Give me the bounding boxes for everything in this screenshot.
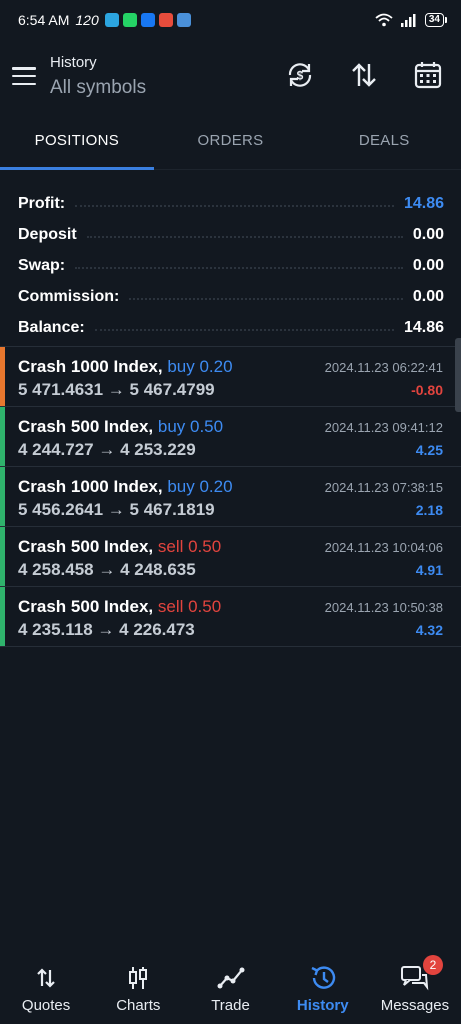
- summary-value: 0.00: [412, 226, 444, 243]
- nav-history[interactable]: History: [277, 955, 369, 1024]
- list-item[interactable]: Crash 500 Index, buy 0.50 4 244.727 → 4 …: [0, 407, 461, 467]
- summary-label: Deposit: [18, 226, 77, 243]
- menu-icon[interactable]: [12, 64, 36, 88]
- deal-profit: 4.91: [415, 562, 443, 578]
- deal-symbol: Crash 500 Index,: [18, 417, 154, 436]
- result-stripe: [0, 587, 5, 646]
- notification-icons: [104, 13, 191, 27]
- summary-label: Swap:: [18, 257, 66, 274]
- trade-icon: [214, 961, 248, 995]
- list-item[interactable]: Crash 500 Index, sell 0.50 4 235.118 → 4…: [0, 587, 461, 647]
- summary-label: Profit:: [18, 195, 66, 212]
- nav-trade[interactable]: Trade: [184, 955, 276, 1024]
- wifi-icon: [375, 13, 393, 27]
- list-item[interactable]: Crash 1000 Index, buy 0.20 5 471.4631 → …: [0, 347, 461, 407]
- status-time: 6:54 AM: [18, 12, 70, 28]
- history-tabs: POSITIONS ORDERS DEALS: [0, 118, 461, 170]
- list-item[interactable]: Crash 500 Index, sell 0.50 4 258.458 → 4…: [0, 527, 461, 587]
- deal-profit: -0.80: [411, 382, 443, 398]
- account-summary: Profit: 14.86 Deposit 0.00 Swap: 0.00 Co…: [18, 182, 444, 337]
- quotes-icon: [29, 961, 63, 995]
- nav-messages[interactable]: 2 Messages: [369, 955, 461, 1024]
- battery-icon: 34: [424, 13, 447, 27]
- summary-value: 0.00: [412, 257, 444, 274]
- unread-badge: 2: [422, 955, 443, 975]
- tab-orders[interactable]: ORDERS: [154, 118, 308, 169]
- deal-time: 2024.11.23 07:38:15: [324, 480, 443, 495]
- summary-value: 14.86: [403, 319, 444, 336]
- page-title: History: [50, 54, 97, 71]
- deal-time: 2024.11.23 10:04:06: [324, 540, 443, 555]
- currency-exchange-icon[interactable]: $: [283, 58, 317, 92]
- facebook-icon: [140, 13, 155, 27]
- deal-time: 2024.11.23 10:50:38: [324, 600, 443, 615]
- result-stripe: [0, 347, 5, 406]
- deal-symbol: Crash 500 Index,: [18, 597, 154, 616]
- sort-icon[interactable]: [347, 58, 381, 92]
- bottom-nav: Quotes Charts Trade History 2 Messages: [0, 955, 461, 1024]
- history-icon: [306, 961, 340, 995]
- battery-level: 34: [424, 13, 444, 27]
- deal-type: buy 0.20: [167, 357, 233, 376]
- deal-prices: 5 471.4631 → 5 467.4799: [18, 380, 215, 399]
- deal-prices: 5 456.2641 → 5 467.1819: [18, 500, 215, 519]
- summary-swap: Swap: 0.00: [18, 244, 444, 275]
- deal-time: 2024.11.23 06:22:41: [324, 360, 443, 375]
- result-stripe: [0, 407, 5, 466]
- nav-label: History: [296, 997, 349, 1014]
- deal-profit: 4.25: [415, 442, 443, 458]
- summary-label: Balance:: [18, 319, 85, 336]
- deal-profit: 4.32: [415, 622, 443, 638]
- summary-label: Commission:: [18, 288, 120, 305]
- whatsapp-icon: [122, 13, 137, 27]
- deal-symbol: Crash 1000 Index,: [18, 357, 163, 376]
- calendar-icon[interactable]: [411, 58, 445, 92]
- deal-type: sell 0.50: [157, 537, 222, 556]
- nav-charts[interactable]: Charts: [92, 955, 184, 1024]
- deal-type: sell 0.50: [157, 597, 222, 616]
- app-red-icon: [158, 13, 173, 27]
- nav-label: Quotes: [21, 997, 71, 1014]
- deal-prices: 4 244.727 → 4 253.229: [18, 440, 196, 459]
- deal-profit: 2.18: [415, 502, 443, 518]
- summary-value: 0.00: [412, 288, 444, 305]
- tab-deals[interactable]: DEALS: [307, 118, 461, 169]
- deal-prices: 4 258.458 → 4 248.635: [18, 560, 196, 579]
- summary-deposit: Deposit 0.00: [18, 213, 444, 244]
- deal-symbol: Crash 1000 Index,: [18, 477, 163, 496]
- summary-profit: Profit: 14.86: [18, 182, 444, 213]
- charts-icon: [121, 961, 155, 995]
- tab-positions[interactable]: POSITIONS: [0, 118, 154, 170]
- scrollbar[interactable]: [455, 338, 461, 412]
- result-stripe: [0, 527, 5, 586]
- status-bar: 6:54 AM 120 34: [0, 0, 461, 40]
- gmail-icon: [176, 13, 191, 27]
- deal-type: buy 0.20: [167, 477, 233, 496]
- deal-time: 2024.11.23 09:41:12: [324, 420, 443, 435]
- summary-balance: Balance: 14.86: [18, 306, 444, 337]
- svg-text:$: $: [297, 69, 304, 83]
- deal-symbol: Crash 500 Index,: [18, 537, 154, 556]
- summary-value: 14.86: [403, 195, 444, 212]
- positions-list: Crash 1000 Index, buy 0.20 5 471.4631 → …: [0, 346, 461, 647]
- nav-label: Messages: [380, 997, 450, 1014]
- deal-prices: 4 235.118 → 4 226.473: [18, 620, 195, 639]
- symbol-filter[interactable]: All symbols: [50, 77, 146, 99]
- nav-quotes[interactable]: Quotes: [0, 955, 92, 1024]
- app-bar: History All symbols $: [0, 44, 461, 110]
- signal-icon: [400, 14, 416, 27]
- summary-commission: Commission: 0.00: [18, 275, 444, 306]
- nav-label: Trade: [211, 997, 250, 1014]
- telegram-icon: [104, 13, 119, 27]
- result-stripe: [0, 467, 5, 526]
- deal-type: buy 0.50: [157, 417, 224, 436]
- list-item[interactable]: Crash 1000 Index, buy 0.20 5 456.2641 → …: [0, 467, 461, 527]
- refresh-rate: 120: [75, 12, 99, 28]
- nav-label: Charts: [116, 997, 161, 1014]
